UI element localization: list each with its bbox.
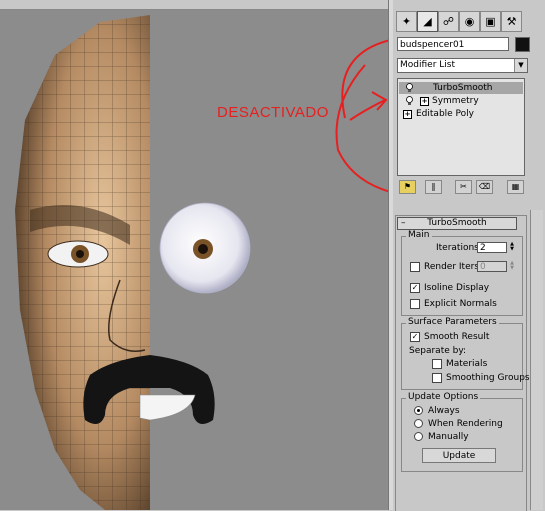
remove-modifier-icon[interactable]: ⌫	[476, 180, 493, 194]
expand-plus-icon[interactable]: +	[420, 97, 429, 106]
display-icon[interactable]: ▣	[480, 11, 501, 32]
render-iters-spinner[interactable]: 0	[477, 261, 507, 272]
annotation-label: DESACTIVADO	[217, 104, 329, 121]
stack-item-label: Editable Poly	[416, 109, 474, 119]
materials-label: Materials	[446, 359, 488, 369]
always-radio[interactable]	[414, 406, 423, 415]
object-color-swatch[interactable]	[515, 37, 530, 52]
smooth-result-label: Smooth Result	[424, 332, 490, 342]
object-name-field[interactable]: budspencer01	[397, 37, 509, 51]
materials-checkbox[interactable]	[432, 359, 442, 369]
pin-stack-icon[interactable]: ⚑	[399, 180, 416, 194]
iterations-label: Iterations:	[436, 243, 482, 253]
group-title: Main	[406, 230, 432, 240]
separate-by-label: Separate by:	[409, 346, 467, 356]
configure-modifier-sets-icon[interactable]: ▦	[507, 180, 524, 194]
stack-item-label: Symmetry	[432, 96, 479, 106]
isoline-display-checkbox[interactable]: ✓	[410, 283, 420, 293]
viewport[interactable]: DESACTIVADO	[0, 0, 388, 510]
expand-plus-icon[interactable]: +	[403, 110, 412, 119]
explicit-normals-label: Explicit Normals	[424, 299, 497, 309]
rollout-title: TurboSmooth	[427, 218, 487, 228]
smoothing-groups-checkbox[interactable]	[432, 373, 442, 383]
chevron-down-icon: ▼	[514, 59, 527, 72]
modify-icon[interactable]: ◢	[417, 11, 438, 32]
stack-item-editable-poly[interactable]: + Editable Poly	[399, 108, 523, 120]
motion-icon[interactable]: ◉	[459, 11, 480, 32]
spinner-arrows-icon[interactable]: ▲ ▼	[508, 261, 516, 272]
smooth-result-checkbox[interactable]: ✓	[410, 332, 420, 342]
collapse-minus-icon: –	[401, 218, 406, 228]
show-end-result-icon[interactable]: ‖	[425, 180, 442, 194]
stack-toolbar: ⚑ ‖ ✂ ⌫ ▦	[397, 180, 528, 194]
manually-label: Manually	[428, 432, 469, 442]
when-rendering-radio[interactable]	[414, 419, 423, 428]
smoothing-groups-label: Smoothing Groups	[446, 373, 530, 383]
spinner-arrows-icon[interactable]: ▲ ▼	[508, 242, 516, 253]
render-iters-checkbox[interactable]	[410, 262, 420, 272]
manually-radio[interactable]	[414, 432, 423, 441]
modifier-stack[interactable]: TurboSmooth + Symmetry + Editable Poly	[397, 78, 525, 176]
create-icon[interactable]: ✦	[396, 11, 417, 32]
rollout-header[interactable]: – TurboSmooth	[397, 217, 517, 230]
explicit-normals-checkbox[interactable]	[410, 299, 420, 309]
modifier-list-label: Modifier List	[400, 60, 455, 70]
hierarchy-icon[interactable]: ☍	[438, 11, 459, 32]
stack-item-turbosmooth[interactable]: TurboSmooth	[399, 82, 523, 94]
always-label: Always	[428, 406, 460, 416]
make-unique-icon[interactable]: ✂	[455, 180, 472, 194]
group-title: Update Options	[406, 392, 481, 402]
viewport-toolbar	[0, 0, 388, 10]
isoline-display-label: Isoline Display	[424, 283, 490, 293]
render-iters-label: Render Iters:	[424, 262, 483, 272]
stack-item-symmetry[interactable]: + Symmetry	[399, 95, 523, 107]
iterations-spinner[interactable]: 2	[477, 242, 507, 253]
utilities-icon[interactable]: ⚒	[501, 11, 522, 32]
group-title: Surface Parameters	[406, 317, 499, 327]
update-button[interactable]: Update	[422, 448, 496, 463]
viewport-render	[15, 15, 251, 510]
panel-scrollbar[interactable]	[530, 210, 543, 510]
lightbulb-icon[interactable]	[405, 83, 414, 93]
stack-item-label: TurboSmooth	[433, 83, 493, 93]
when-rendering-label: When Rendering	[428, 419, 503, 429]
modifier-list-dropdown[interactable]: Modifier List ▼	[397, 58, 528, 73]
lightbulb-icon[interactable]	[405, 96, 414, 106]
